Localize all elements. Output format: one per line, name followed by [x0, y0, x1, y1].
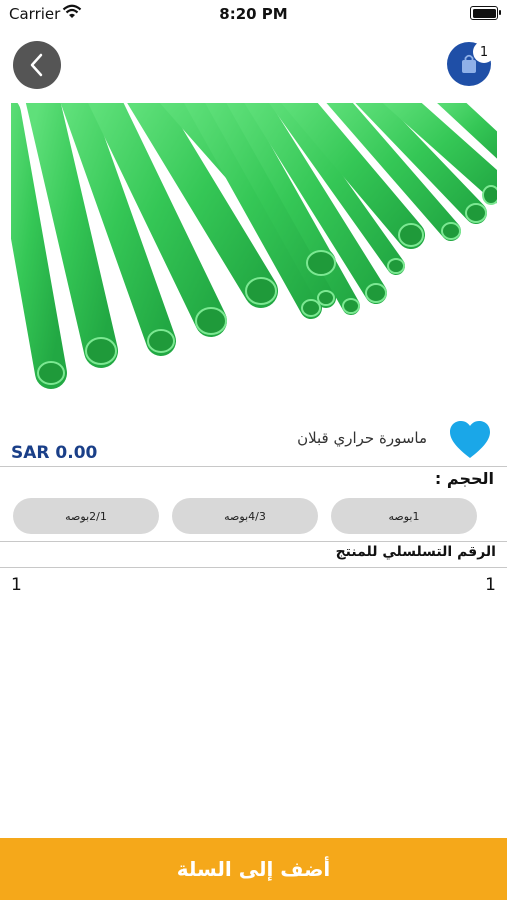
- status-bar: Carrier 8:20 PM: [0, 0, 507, 28]
- serial-number-value-left: 1: [11, 575, 22, 595]
- cart-count-badge: 1: [473, 41, 495, 63]
- size-option-3-4-inch[interactable]: 4/3بوصه: [172, 498, 318, 534]
- size-option-1-inch[interactable]: 1بوصه: [331, 498, 477, 534]
- size-label: الحجم :: [434, 469, 494, 488]
- heart-icon[interactable]: [449, 420, 491, 460]
- battery-icon: [470, 6, 501, 20]
- product-price: SAR 0.00: [11, 443, 98, 463]
- divider: [0, 466, 507, 467]
- chevron-left-icon: [30, 53, 43, 77]
- serial-number-label: الرقم التسلسلي للمنتج: [335, 544, 496, 560]
- clock: 8:20 PM: [219, 5, 288, 23]
- add-to-cart-button[interactable]: أضف إلى السلة: [0, 838, 507, 900]
- serial-number-value-right: 1: [485, 575, 496, 595]
- back-button[interactable]: [13, 41, 61, 89]
- divider: [0, 541, 507, 542]
- size-option-1-2-inch[interactable]: 2/1بوصه: [13, 498, 159, 534]
- product-name: ماسورة حراري قبلان: [297, 429, 427, 447]
- product-image: [11, 103, 497, 395]
- divider: [0, 567, 507, 568]
